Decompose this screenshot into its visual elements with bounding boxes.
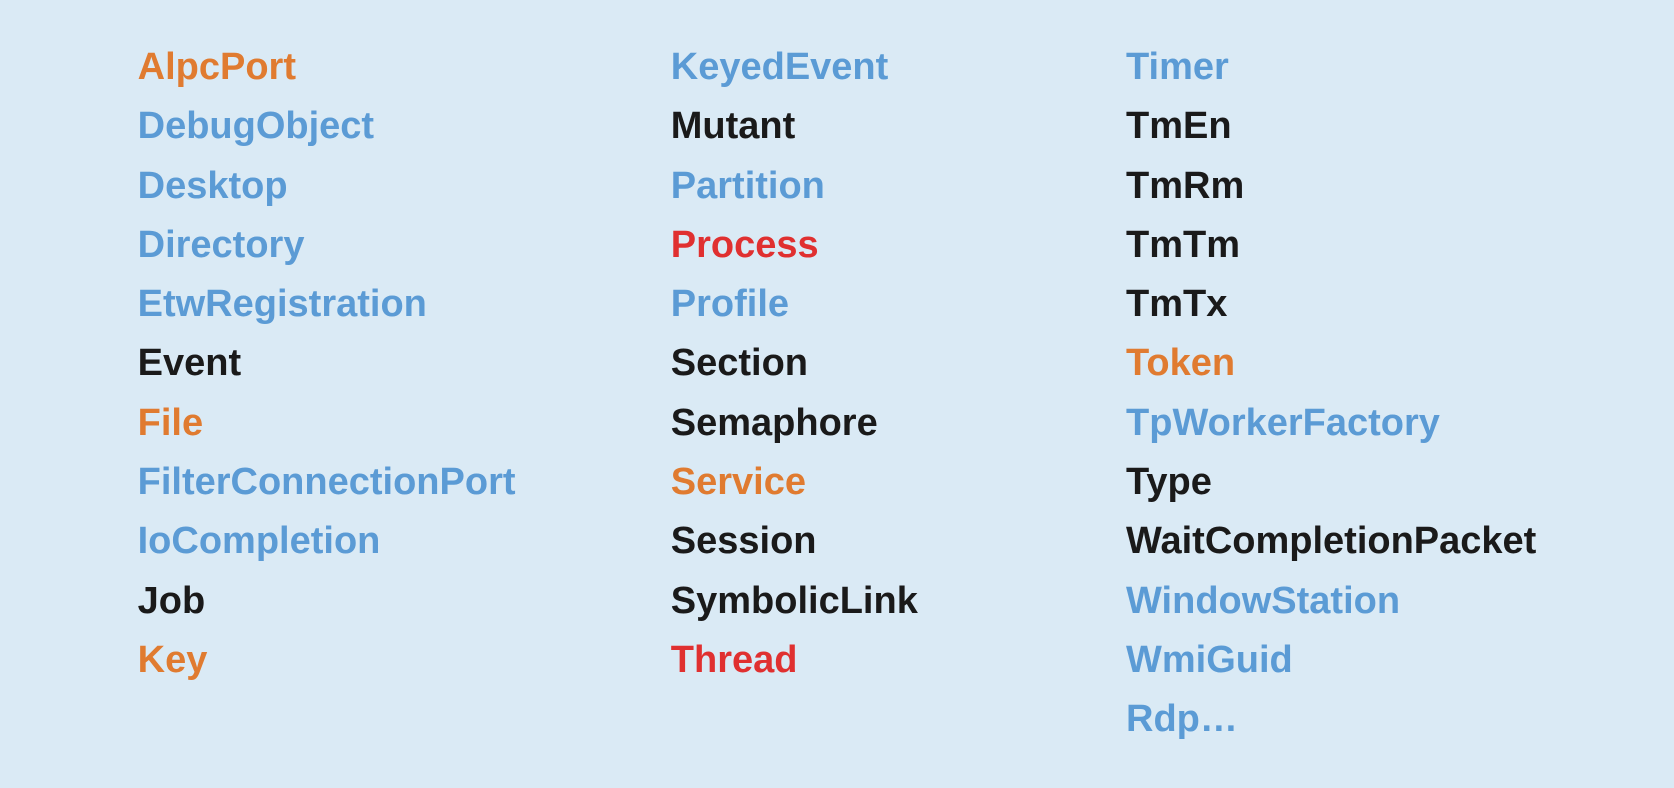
list-item: Semaphore (671, 396, 971, 451)
list-item: Token (1126, 336, 1536, 391)
list-item: Profile (671, 277, 971, 332)
list-item: EtwRegistration (138, 277, 516, 332)
main-container: AlpcPortDebugObjectDesktopDirectoryEtwRe… (0, 0, 1674, 788)
column-3: TimerTmEnTmRmTmTmTmTxTokenTpWorkerFactor… (1126, 40, 1536, 748)
list-item: FilterConnectionPort (138, 455, 516, 510)
list-item: TpWorkerFactory (1126, 396, 1536, 451)
list-item: TmTx (1126, 277, 1536, 332)
list-item: Job (138, 574, 516, 629)
list-item: WmiGuid (1126, 633, 1536, 688)
column-1: AlpcPortDebugObjectDesktopDirectoryEtwRe… (138, 40, 516, 748)
list-item: File (138, 396, 516, 451)
list-item: DebugObject (138, 99, 516, 154)
list-item: Section (671, 336, 971, 391)
list-item: AlpcPort (138, 40, 516, 95)
list-item: TmRm (1126, 159, 1536, 214)
column-2: KeyedEventMutantPartitionProcessProfileS… (671, 40, 971, 748)
list-item: Rdp… (1126, 692, 1536, 747)
list-item: TmTm (1126, 218, 1536, 273)
list-item: Session (671, 514, 971, 569)
list-item: Process (671, 218, 971, 273)
list-item: Type (1126, 455, 1536, 510)
list-item: Mutant (671, 99, 971, 154)
list-item: Thread (671, 633, 971, 688)
list-item: Partition (671, 159, 971, 214)
list-item: WindowStation (1126, 574, 1536, 629)
list-item: Key (138, 633, 516, 688)
list-item: TmEn (1126, 99, 1536, 154)
list-item: Service (671, 455, 971, 510)
list-item: Desktop (138, 159, 516, 214)
list-item: Event (138, 336, 516, 391)
list-item: SymbolicLink (671, 574, 971, 629)
list-item: WaitCompletionPacket (1126, 514, 1536, 569)
list-item: Timer (1126, 40, 1536, 95)
list-item: Directory (138, 218, 516, 273)
list-item: KeyedEvent (671, 40, 971, 95)
list-item: IoCompletion (138, 514, 516, 569)
